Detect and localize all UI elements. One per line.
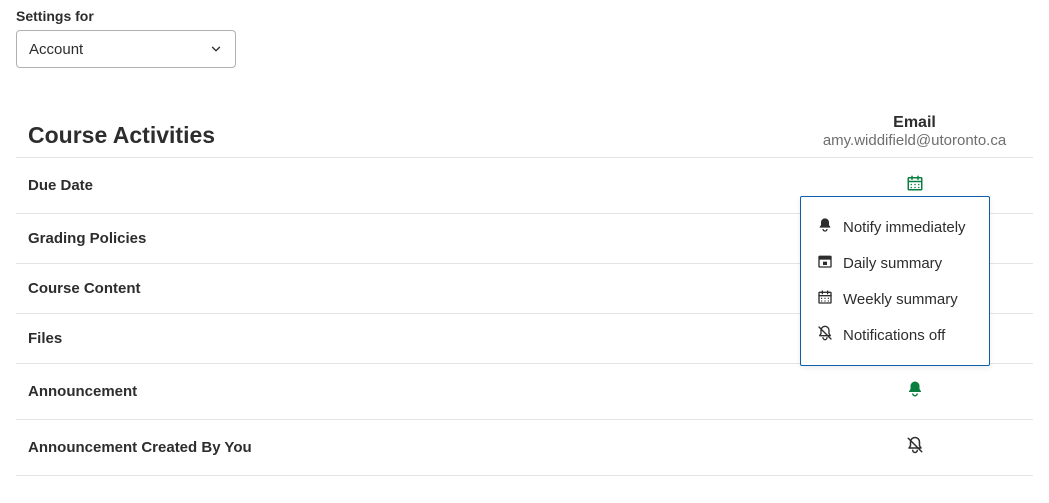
row-label: Announcement Created By You xyxy=(16,420,796,476)
row-label: Files xyxy=(16,314,796,364)
bell-icon[interactable] xyxy=(906,380,924,403)
row-label: Announcement xyxy=(16,364,796,420)
email-column-address: amy.widdifield@utoronto.ca xyxy=(808,132,1021,149)
row-label: Due Date xyxy=(16,158,796,214)
calendar-week-icon[interactable] xyxy=(906,174,924,197)
table-row: Announcement Created By You xyxy=(16,420,1033,476)
table-row: Announcement xyxy=(16,364,1033,420)
chevron-down-icon xyxy=(209,42,223,56)
row-label: Grading Policies xyxy=(16,214,796,264)
email-column-title: Email xyxy=(808,114,1021,132)
account-select-value: Account xyxy=(29,41,83,58)
table-row: Grading Policies xyxy=(16,214,1033,264)
table-row: Course Content xyxy=(16,264,1033,314)
table-row: Due Date Notify immediately Daily summar… xyxy=(16,158,1033,214)
course-activities-table: Course Activities Email amy.widdifield@u… xyxy=(16,104,1033,476)
bell-off-icon[interactable] xyxy=(906,436,924,459)
table-row: Files xyxy=(16,314,1033,364)
settings-for-label: Settings for xyxy=(16,8,1033,24)
row-label: Course Content xyxy=(16,264,796,314)
section-title: Course Activities xyxy=(28,122,784,149)
account-select[interactable]: Account xyxy=(16,30,236,68)
